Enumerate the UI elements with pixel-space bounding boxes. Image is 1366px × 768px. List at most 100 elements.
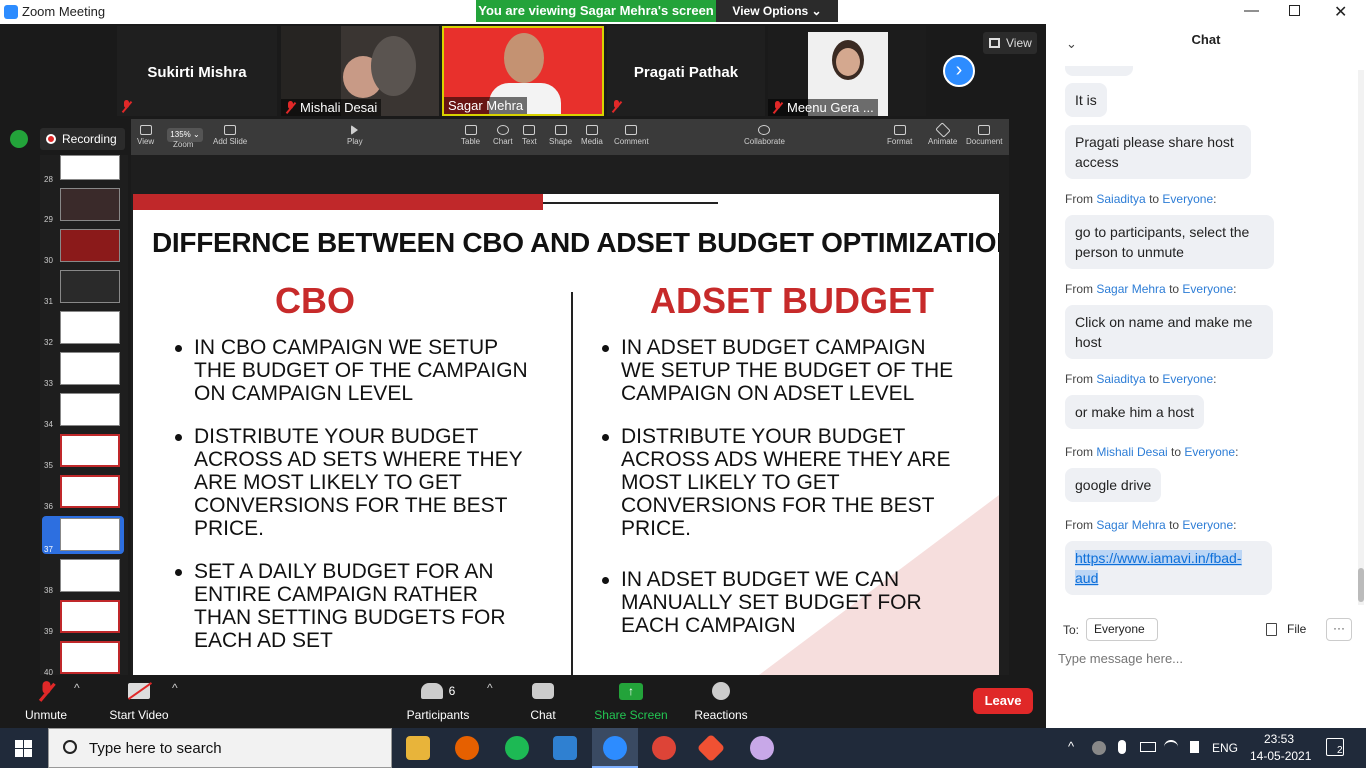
share-screen-icon: ↑ (619, 682, 643, 700)
toolbar-collaborate[interactable]: Collaborate (744, 122, 785, 146)
right-bullet: IN ADSET BUDGET CAMPAIGN WE SETUP THE BU… (602, 336, 956, 405)
slide-thumbnail[interactable] (60, 475, 120, 508)
slide-thumbnail-selected[interactable] (60, 518, 120, 551)
close-icon[interactable]: ✕ (1334, 2, 1347, 22)
chat-message: Click on name and make me host (1065, 305, 1273, 359)
gallery-strip: Sukirti Mishra Mishali Desai Sagar Mehra… (0, 24, 1046, 118)
chat-link[interactable]: https://www.iamavi.in/fbad-aud (1075, 550, 1242, 586)
battery-icon[interactable] (1140, 742, 1156, 752)
toolbar-add-slide[interactable]: Add Slide (213, 122, 247, 146)
toolbar-zoom[interactable]: Zoom (173, 140, 193, 149)
microphone-tray-icon[interactable] (1118, 740, 1126, 754)
participant-video-tile[interactable]: Meenu Gera ... (768, 26, 926, 116)
toolbar-view[interactable]: View (137, 122, 154, 146)
recipient-select[interactable]: Everyone ⌄ (1086, 618, 1158, 657)
restore-icon[interactable] (1289, 5, 1300, 16)
network-warning-icon[interactable] (1092, 741, 1106, 755)
toolbar-comment[interactable]: Comment (614, 122, 649, 146)
toolbar-document[interactable]: Document (966, 122, 1002, 146)
language-indicator[interactable]: ENG (1212, 741, 1238, 755)
vscode-icon[interactable] (553, 736, 577, 760)
clock-date[interactable]: 14-05-2021 (1250, 749, 1311, 763)
security-shield-icon[interactable] (10, 130, 28, 148)
git-icon[interactable] (696, 733, 726, 763)
slide-number: 35 (44, 461, 53, 470)
slide-number: 31 (44, 297, 53, 306)
chat-sender: From Sagar Mehra to Everyone: (1065, 518, 1237, 532)
slide-thumbnail[interactable] (60, 155, 120, 180)
participant-name: Sukirti Mishra (147, 64, 247, 81)
toolbar-table[interactable]: Table (461, 122, 480, 146)
clock-time[interactable]: 23:53 (1264, 732, 1294, 746)
active-speaker-tile[interactable]: Sagar Mehra (442, 26, 604, 116)
share-screen-label: Share Screen (594, 708, 668, 722)
participants-count: 6 (448, 684, 456, 698)
tray-chevron-icon[interactable]: ^ (1068, 739, 1074, 754)
windows-start-icon[interactable] (15, 740, 32, 757)
view-options-button[interactable]: View Options ⌄ (716, 0, 838, 22)
slide-number: 32 (44, 338, 53, 347)
reactions-button[interactable]: Reactions (692, 679, 750, 722)
toolbar-chart[interactable]: Chart (493, 122, 513, 146)
leave-button[interactable]: Leave (973, 688, 1033, 714)
audio-options-chevron-icon[interactable]: ^ (74, 681, 80, 695)
zoom-taskbar-active[interactable] (592, 728, 638, 768)
slide-thumbnail[interactable] (60, 393, 120, 426)
slide-number: 28 (44, 175, 53, 184)
slide-number: 33 (44, 379, 53, 388)
toolbar-format[interactable]: Format (887, 122, 912, 146)
view-button[interactable]: View (983, 32, 1037, 54)
participant-name: Pragati Pathak (633, 64, 739, 81)
participant-video-tile[interactable]: Mishali Desai (281, 26, 439, 116)
slide-number: 39 (44, 627, 53, 636)
slide-thumbnail[interactable] (60, 641, 120, 674)
firefox-icon[interactable] (455, 736, 479, 760)
reactions-label: Reactions (694, 708, 748, 722)
slide-thumbnail[interactable] (60, 434, 120, 467)
start-video-button[interactable]: Start Video (106, 679, 172, 722)
more-options-icon[interactable]: ··· (1326, 618, 1352, 641)
slide-navigator: 28 29 30 31 32 33 34 35 36 37 38 39 40 (40, 155, 128, 677)
toolbar-animate[interactable]: Animate (928, 122, 957, 146)
toolbar-shape[interactable]: Shape (549, 122, 572, 146)
left-heading: CBO (275, 280, 355, 321)
slide-thumbnail[interactable] (60, 559, 120, 592)
chat-scrollbar[interactable] (1358, 70, 1364, 605)
next-page-arrow-icon[interactable]: › (943, 55, 975, 87)
video-off-icon (127, 682, 153, 700)
participant-tile[interactable]: Sukirti Mishra (117, 26, 277, 116)
slide-thumbnail[interactable] (60, 229, 120, 262)
unmute-button[interactable]: Unmute (22, 679, 70, 722)
chat-sender: From Sagar Mehra to Everyone: (1065, 282, 1237, 296)
participants-chevron-icon[interactable]: ^ (487, 681, 493, 695)
slide-thumbnail[interactable] (60, 352, 120, 385)
minimize-icon[interactable]: — (1244, 2, 1259, 19)
slide-thumbnail[interactable] (60, 188, 120, 221)
slide-thumbnail[interactable] (60, 311, 120, 344)
participant-tile[interactable]: Pragati Pathak (607, 26, 765, 116)
spotify-icon[interactable] (505, 736, 529, 760)
share-screen-button[interactable]: ↑ Share Screen (594, 679, 668, 722)
taskbar-search[interactable]: Type here to search (48, 728, 392, 768)
view-label: View (1006, 36, 1032, 50)
chrome-icon[interactable] (652, 736, 676, 760)
participants-button[interactable]: 6 Participants (404, 679, 472, 722)
viewing-banner: You are viewing Sagar Mehra's screen (476, 0, 716, 22)
chat-input[interactable] (1058, 646, 1348, 670)
recording-indicator[interactable]: Recording (40, 128, 125, 150)
toolbar-media[interactable]: Media (581, 122, 603, 146)
toolbar-text[interactable]: Text (522, 122, 537, 146)
video-options-chevron-icon[interactable]: ^ (172, 681, 178, 695)
chat-message-link: https://www.iamavi.in/fbad-aud (1065, 541, 1272, 595)
volume-icon[interactable] (1190, 741, 1199, 753)
slide-thumbnail[interactable] (60, 600, 120, 633)
file-explorer-icon[interactable] (406, 736, 430, 760)
slide-number: 37 (44, 545, 53, 554)
chat-button[interactable]: Chat (522, 679, 564, 722)
file-button[interactable]: File (1287, 622, 1306, 636)
toolbar-play[interactable]: Play (347, 122, 363, 146)
column-divider (571, 292, 573, 675)
wifi-icon[interactable] (1164, 740, 1178, 754)
paint-icon[interactable] (750, 736, 774, 760)
slide-thumbnail[interactable] (60, 270, 120, 303)
